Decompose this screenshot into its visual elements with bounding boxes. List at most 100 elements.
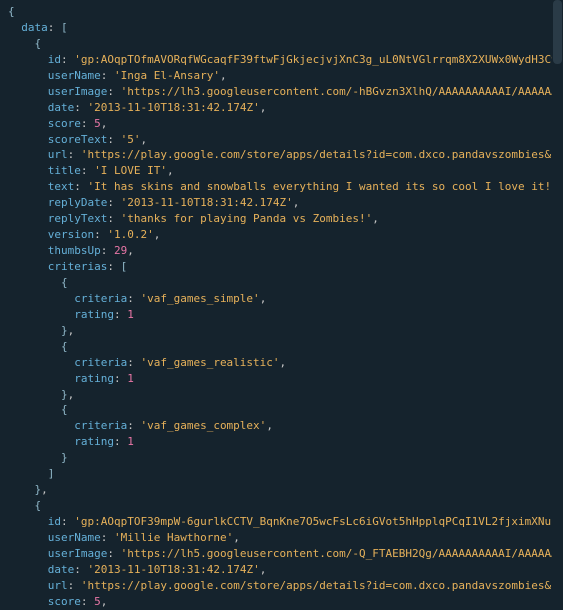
code-token: : [107, 133, 120, 146]
code-token: title [48, 164, 81, 177]
code-token: : [101, 69, 114, 82]
code-token: , [220, 69, 227, 82]
code-line: rating: 1 [8, 307, 555, 323]
code-line: userName: 'Millie Hawthorne', [8, 530, 555, 546]
code-token: data [21, 21, 48, 34]
code-token: , [68, 324, 75, 337]
code-token: 'vaf_games_complex' [140, 419, 266, 432]
code-token: : [81, 164, 94, 177]
code-token: score [48, 117, 81, 130]
code-token: '2013-11-10T18:31:42.174Z' [121, 196, 293, 209]
code-token: , [260, 292, 267, 305]
code-token: : [94, 228, 107, 241]
scrollbar-track[interactable] [552, 0, 563, 610]
code-token: , [260, 563, 267, 576]
code-token: 'vaf_games_realistic' [140, 356, 279, 369]
code-line: { [8, 4, 555, 20]
code-token: score [48, 595, 81, 608]
code-token: , [233, 531, 240, 544]
code-token: criteria [74, 356, 127, 369]
code-token: criteria [74, 292, 127, 305]
code-token: : [114, 308, 127, 321]
code-token: , [167, 164, 174, 177]
code-token: 'gp:AOqpTOfmAVORqfWGcaqfF39ftwFjGkjecjvj… [74, 53, 563, 66]
code-line: date: '2013-11-10T18:31:42.174Z', [8, 100, 555, 116]
code-token: : [127, 292, 140, 305]
code-token: , [260, 101, 267, 114]
code-token: : [74, 101, 87, 114]
code-block: { data: [ { id: 'gp:AOqpTOfmAVORqfWGcaqf… [0, 0, 563, 610]
code-token: userName [48, 531, 101, 544]
code-token: 'gp:AOqpTOF39mpW-6gurlkCCTV_BqnKne7O5wcF… [74, 515, 563, 528]
code-token: { [61, 276, 68, 289]
code-line: title: 'I LOVE IT', [8, 163, 555, 179]
code-line: criteria: 'vaf_games_complex', [8, 418, 555, 434]
code-line: version: '1.0.2', [8, 227, 555, 243]
code-token: 'https://play.google.com/store/apps/deta… [81, 579, 563, 592]
code-viewport[interactable]: { data: [ { id: 'gp:AOqpTOfmAVORqfWGcaqf… [0, 0, 563, 610]
code-line: } [8, 450, 555, 466]
code-line: text: 'It has skins and snowballs everyt… [8, 179, 555, 195]
code-token: rating [74, 372, 114, 385]
code-token: , [101, 595, 108, 608]
code-token: : [127, 356, 140, 369]
code-token: rating [74, 308, 114, 321]
code-token: 'thanks for playing Panda vs Zombies!' [121, 212, 373, 225]
code-token: : [74, 180, 87, 193]
code-line: replyText: 'thanks for playing Panda vs … [8, 211, 555, 227]
code-token: replyDate [48, 196, 108, 209]
code-token: 5 [94, 595, 101, 608]
code-line: url: 'https://play.google.com/store/apps… [8, 147, 555, 163]
code-token: 'https://play.google.com/store/apps/deta… [81, 148, 563, 161]
code-line: score: 5, [8, 594, 555, 610]
code-token: , [293, 196, 300, 209]
code-token: 'It has skins and snowballs everything I… [88, 180, 563, 193]
code-token: [ [121, 260, 128, 273]
code-token: scoreText [48, 133, 108, 146]
code-token: '1.0.2' [107, 228, 153, 241]
code-token: { [8, 5, 15, 18]
code-token: : [107, 547, 120, 560]
code-token: '5' [121, 133, 141, 146]
code-token: : [81, 117, 94, 130]
code-token: text [48, 180, 75, 193]
code-token: date [48, 101, 75, 114]
code-line: id: 'gp:AOqpTOfmAVORqfWGcaqfF39ftwFjGkje… [8, 52, 555, 68]
code-line: replyDate: '2013-11-10T18:31:42.174Z', [8, 195, 555, 211]
code-token: userImage [48, 85, 108, 98]
code-token: 1 [127, 308, 134, 321]
code-line: criterias: [ [8, 259, 555, 275]
code-token: : [107, 260, 120, 273]
code-token: { [61, 340, 68, 353]
code-token: : [114, 435, 127, 448]
code-line: thumbsUp: 29, [8, 243, 555, 259]
code-line: ] [8, 466, 555, 482]
code-token: : [61, 53, 74, 66]
code-token: : [81, 595, 94, 608]
code-token: id [48, 515, 61, 528]
scrollbar-thumb[interactable] [553, 0, 562, 64]
code-line: score: 5, [8, 116, 555, 132]
code-token: : [68, 148, 81, 161]
code-token: : [68, 579, 81, 592]
code-token: [ [61, 21, 68, 34]
code-token: , [266, 419, 273, 432]
code-token: id [48, 53, 61, 66]
code-token: , [101, 117, 108, 130]
code-token: 29 [114, 244, 127, 257]
code-token: } [61, 388, 68, 401]
code-token: , [140, 133, 147, 146]
code-token: { [35, 37, 42, 50]
code-token: criterias [48, 260, 108, 273]
code-token: url [48, 148, 68, 161]
code-token: 1 [127, 435, 134, 448]
code-line: }, [8, 387, 555, 403]
code-line: { [8, 498, 555, 514]
code-line: criteria: 'vaf_games_simple', [8, 291, 555, 307]
code-token: 'https://lh3.googleusercontent.com/-hBGv… [121, 85, 563, 98]
code-line: userImage: 'https://lh5.googleuserconten… [8, 546, 555, 562]
code-token: : [101, 531, 114, 544]
code-token: : [61, 515, 74, 528]
code-token: : [114, 372, 127, 385]
code-token: thumbsUp [48, 244, 101, 257]
